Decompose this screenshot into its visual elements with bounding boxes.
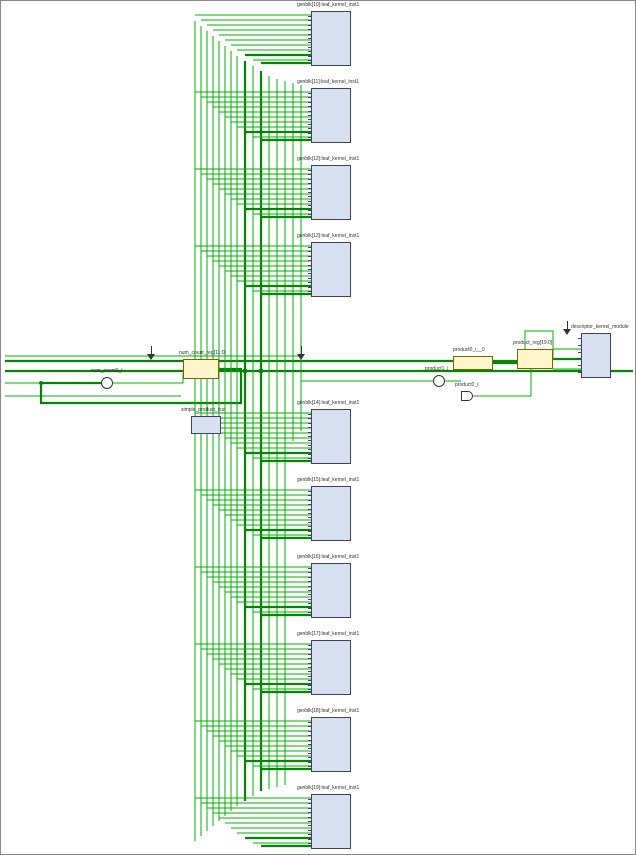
genblk-instance-label: genblk[19]:leaf_kernel_inst1 [297, 786, 359, 791]
genblk-instance[interactable] [311, 165, 351, 220]
ground-icon [563, 329, 571, 335]
product1-i-gate[interactable] [433, 375, 445, 387]
product0-i0-label: product0_i__0 [453, 348, 485, 353]
schematic-canvas: genblk[10]:leaf_kernel_inst1 genblk[11]:l… [0, 0, 636, 855]
product-reg-label: product_reg[19:0] [513, 341, 552, 346]
product1-i-label: product1_i [425, 367, 448, 372]
genblk-instance-label: genblk[16]:leaf_kernel_inst1 [297, 555, 359, 560]
genblk-instance[interactable] [311, 88, 351, 143]
genblk-instance-label: genblk[14]:leaf_kernel_inst1 [297, 401, 359, 406]
genblk-instance[interactable] [311, 563, 351, 618]
genblk-instance-label: genblk[11]:leaf_kernel_inst1 [297, 80, 359, 85]
num-count-reg[interactable] [183, 359, 219, 379]
genblk-instance-label: genblk[17]:leaf_kernel_inst1 [297, 632, 359, 637]
product-reg[interactable] [517, 349, 553, 369]
product0-i-gate[interactable] [461, 391, 473, 401]
product0-i-label: product0_i [455, 383, 478, 388]
genblk-instance-label: genblk[18]:leaf_kernel_inst1 [297, 709, 359, 714]
genblk-instance[interactable] [311, 794, 351, 849]
genblk-instance[interactable] [311, 409, 351, 464]
genblk-instance-label: genblk[15]:leaf_kernel_inst1 [297, 478, 359, 483]
genblk-instance[interactable] [311, 486, 351, 541]
num-count0-i-label: num_count0_i [91, 369, 122, 374]
product0-i0-block[interactable] [453, 356, 493, 370]
genblk-instance[interactable] [311, 717, 351, 772]
output-module-block[interactable] [581, 333, 611, 378]
ground-icon [297, 354, 305, 360]
genblk-instance[interactable] [311, 640, 351, 695]
genblk-instance[interactable] [311, 242, 351, 297]
num-count0-i-gate[interactable] [101, 377, 113, 389]
genblk-instance-label: genblk[12]:leaf_kernel_inst1 [297, 157, 359, 162]
genblk-instance[interactable] [311, 11, 351, 66]
genblk-instance-label: genblk[13]:leaf_kernel_inst1 [297, 234, 359, 239]
num-count-reg-label: num_count_reg[11:0] [179, 351, 226, 356]
output-module-label: descriptor_kernel_module [571, 325, 629, 330]
simple-product-inst[interactable] [191, 416, 221, 434]
genblk-instance-label: genblk[10]:leaf_kernel_inst1 [297, 3, 359, 8]
ground-icon [147, 354, 155, 360]
simple-product-inst-label: simple_product_inst [181, 408, 225, 413]
